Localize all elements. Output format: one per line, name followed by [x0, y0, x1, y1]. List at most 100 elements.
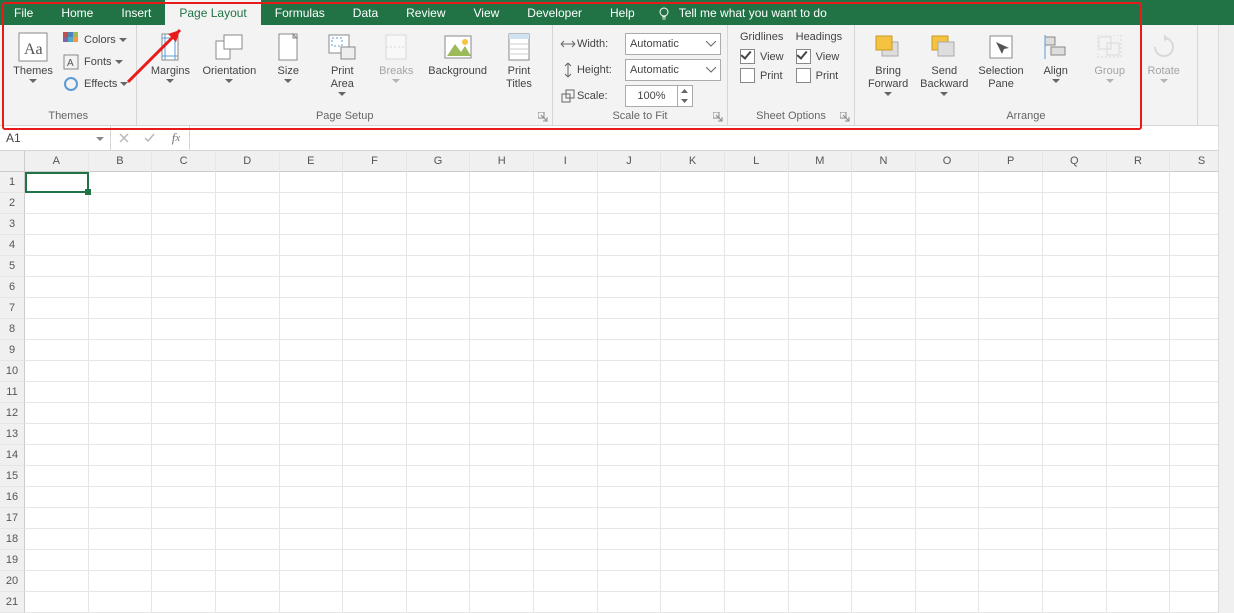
cell[interactable]	[534, 529, 598, 550]
cell[interactable]	[1107, 508, 1171, 529]
themes-button[interactable]: Aa Themes	[6, 29, 60, 86]
cell[interactable]	[852, 193, 916, 214]
cell[interactable]	[598, 424, 662, 445]
cell[interactable]	[852, 529, 916, 550]
cell[interactable]	[1107, 592, 1171, 613]
cell[interactable]	[25, 193, 89, 214]
cell[interactable]	[1043, 340, 1107, 361]
cell[interactable]	[598, 277, 662, 298]
cell[interactable]	[152, 529, 216, 550]
cell[interactable]	[979, 424, 1043, 445]
cell[interactable]	[852, 172, 916, 193]
cell[interactable]	[89, 214, 153, 235]
row-header[interactable]: 19	[0, 550, 25, 571]
cell[interactable]	[852, 298, 916, 319]
cell[interactable]	[725, 529, 789, 550]
cell[interactable]	[152, 172, 216, 193]
cell[interactable]	[598, 193, 662, 214]
cell[interactable]	[152, 403, 216, 424]
cell[interactable]	[152, 319, 216, 340]
cell[interactable]	[852, 277, 916, 298]
cell[interactable]	[661, 466, 725, 487]
cell[interactable]	[789, 319, 853, 340]
cell[interactable]	[1107, 235, 1171, 256]
row-header[interactable]: 10	[0, 361, 25, 382]
cell[interactable]	[407, 424, 471, 445]
gridlines-print-checkbox[interactable]: Print	[740, 68, 783, 83]
cell[interactable]	[216, 550, 280, 571]
align-button[interactable]: Align	[1029, 29, 1083, 86]
cell[interactable]	[852, 214, 916, 235]
cell[interactable]	[598, 340, 662, 361]
column-header[interactable]: B	[89, 151, 153, 172]
sheet-options-launcher[interactable]	[840, 112, 850, 122]
column-header[interactable]: A	[25, 151, 89, 172]
cell[interactable]	[534, 298, 598, 319]
cell[interactable]	[852, 319, 916, 340]
cell[interactable]	[470, 508, 534, 529]
cell[interactable]	[598, 298, 662, 319]
cell[interactable]	[1043, 466, 1107, 487]
cell[interactable]	[852, 592, 916, 613]
cell[interactable]	[725, 445, 789, 466]
cell[interactable]	[598, 550, 662, 571]
cell[interactable]	[89, 235, 153, 256]
cell[interactable]	[598, 529, 662, 550]
cell[interactable]	[789, 487, 853, 508]
cell[interactable]	[407, 529, 471, 550]
cell[interactable]	[343, 256, 407, 277]
cell[interactable]	[1043, 382, 1107, 403]
cell[interactable]	[152, 256, 216, 277]
cell[interactable]	[89, 340, 153, 361]
row-header[interactable]: 13	[0, 424, 25, 445]
cell[interactable]	[280, 319, 344, 340]
cell[interactable]	[916, 214, 980, 235]
cell[interactable]	[916, 424, 980, 445]
row-header[interactable]: 17	[0, 508, 25, 529]
cell[interactable]	[470, 214, 534, 235]
cell[interactable]	[280, 382, 344, 403]
cell[interactable]	[534, 193, 598, 214]
cell[interactable]	[343, 571, 407, 592]
cell[interactable]	[89, 445, 153, 466]
cell[interactable]	[25, 445, 89, 466]
cell[interactable]	[343, 487, 407, 508]
cell[interactable]	[280, 487, 344, 508]
spinner-down[interactable]	[678, 96, 692, 106]
scale-spinner[interactable]: 100%	[625, 85, 693, 107]
cell[interactable]	[407, 214, 471, 235]
cell[interactable]	[1107, 466, 1171, 487]
cell[interactable]	[725, 403, 789, 424]
print-area-button[interactable]: Print Area	[315, 29, 369, 99]
cell[interactable]	[280, 592, 344, 613]
cell[interactable]	[598, 508, 662, 529]
column-header[interactable]: P	[979, 151, 1043, 172]
cell[interactable]	[916, 256, 980, 277]
cell[interactable]	[343, 319, 407, 340]
cell[interactable]	[25, 172, 89, 193]
sel-button[interactable]: Selection Pane	[973, 29, 1028, 93]
cell[interactable]	[661, 487, 725, 508]
tab-view[interactable]: View	[460, 0, 514, 25]
cell[interactable]	[25, 550, 89, 571]
cell[interactable]	[916, 319, 980, 340]
cell[interactable]	[1107, 571, 1171, 592]
column-header[interactable]: F	[343, 151, 407, 172]
cell[interactable]	[216, 445, 280, 466]
cell[interactable]	[407, 193, 471, 214]
cell[interactable]	[470, 172, 534, 193]
cell[interactable]	[789, 424, 853, 445]
cell[interactable]	[661, 193, 725, 214]
cell[interactable]	[598, 403, 662, 424]
row-header[interactable]: 20	[0, 571, 25, 592]
cell[interactable]	[979, 193, 1043, 214]
cell[interactable]	[89, 508, 153, 529]
cell[interactable]	[852, 256, 916, 277]
cell[interactable]	[216, 382, 280, 403]
cell[interactable]	[470, 256, 534, 277]
cell[interactable]	[1043, 424, 1107, 445]
row-header[interactable]: 14	[0, 445, 25, 466]
cell[interactable]	[216, 424, 280, 445]
cell[interactable]	[1043, 592, 1107, 613]
cell[interactable]	[216, 235, 280, 256]
